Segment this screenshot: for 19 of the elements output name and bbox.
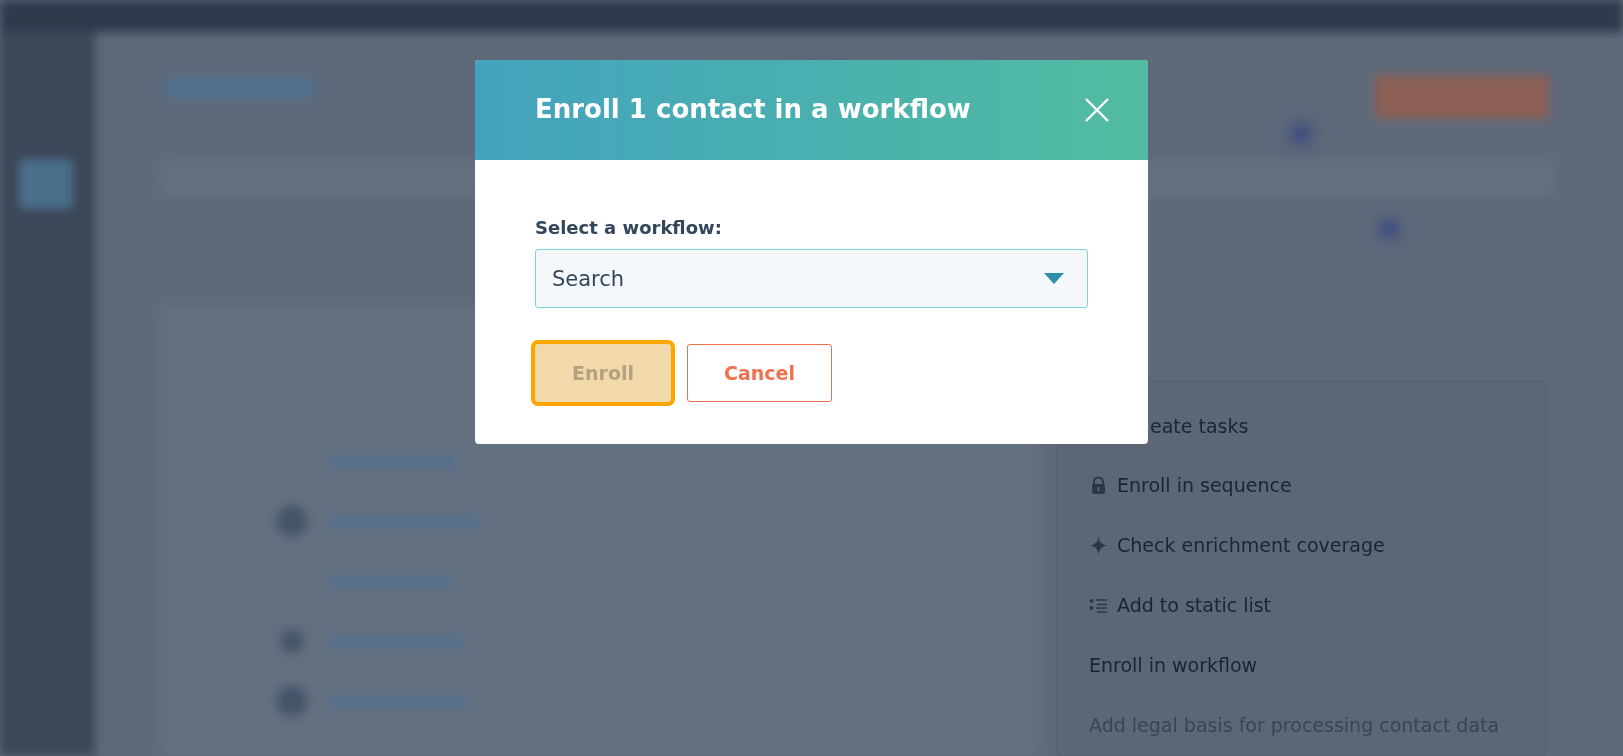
sidebar-item	[20, 160, 72, 208]
blurred-avatar	[276, 685, 308, 717]
beacon-dot	[1281, 114, 1321, 154]
field-label: Select a workflow:	[535, 216, 723, 240]
cancel-button[interactable]: Cancel	[686, 344, 832, 402]
workflow-select[interactable]: Search	[535, 249, 1088, 308]
menu-item-label: Check enrichment coverage	[1117, 533, 1385, 559]
close-icon[interactable]	[1084, 97, 1110, 123]
dialog-title: Enroll 1 contact in a workflow	[535, 94, 971, 126]
sparkle-icon	[1089, 536, 1108, 556]
menu-item-label: Add to static list	[1117, 593, 1272, 619]
caret-icon	[1044, 273, 1064, 284]
menu-item[interactable]: Enroll in workflow	[1089, 635, 1546, 696]
beacon-dot	[1371, 211, 1407, 247]
lock-icon	[1089, 476, 1108, 496]
menu-item[interactable]: eate tasks	[1089, 396, 1546, 456]
blurred-avatar	[276, 505, 308, 537]
blurred-avatar	[280, 629, 304, 653]
menu-item-label: Enroll in sequence	[1117, 473, 1292, 499]
